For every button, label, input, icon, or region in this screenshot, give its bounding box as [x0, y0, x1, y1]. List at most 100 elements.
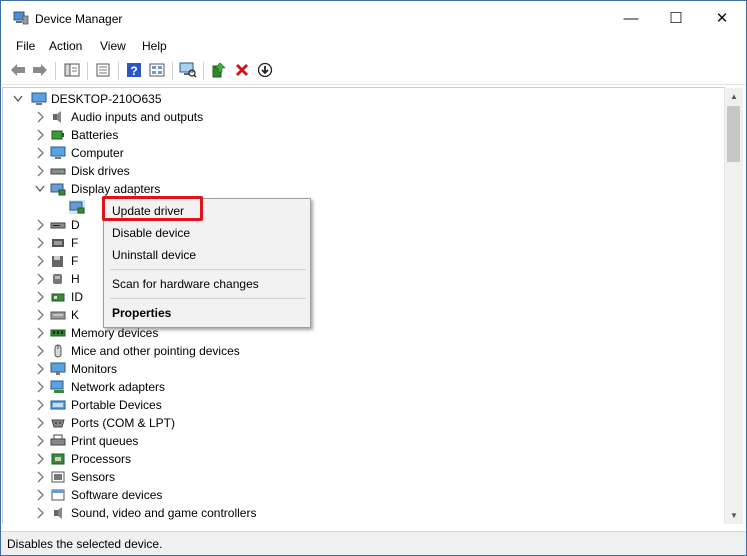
- tree-item[interactable]: Portable Devices: [3, 396, 723, 414]
- chevron-right-icon[interactable]: [35, 471, 45, 483]
- chevron-right-icon[interactable]: [35, 453, 45, 465]
- chevron-right-icon[interactable]: [35, 129, 45, 141]
- show-hide-console-tree-button[interactable]: [63, 61, 81, 79]
- tree-item[interactable]: Disk drives: [3, 162, 723, 180]
- hid-icon: [53, 274, 62, 284]
- chevron-right-icon[interactable]: [35, 309, 45, 321]
- tree-root-label: DESKTOP-210O635: [51, 92, 162, 106]
- show-hide-console-tree-icon: [64, 63, 80, 77]
- speaker-icon: [53, 111, 61, 123]
- dvd-drive-icon: [50, 222, 66, 229]
- title-bar[interactable]: Device Manager — ☐ ✕: [1, 1, 746, 35]
- tree-item-label: Processors: [71, 452, 132, 466]
- forward-arrow-icon: [33, 64, 47, 76]
- menu-help[interactable]: Help: [142, 39, 167, 53]
- maximize-button[interactable]: ☐: [653, 1, 699, 35]
- chevron-right-icon[interactable]: [35, 255, 45, 267]
- toolbar-separator: [55, 62, 56, 80]
- tree-item[interactable]: Sound, video and game controllers: [3, 504, 723, 522]
- chevron-right-icon[interactable]: [35, 399, 45, 411]
- tree-root[interactable]: DESKTOP-210O635: [3, 90, 723, 108]
- scrollbar-thumb[interactable]: [727, 106, 740, 162]
- portable-device-icon: [50, 400, 66, 410]
- tree-item[interactable]: Audio inputs and outputs: [3, 108, 723, 126]
- chevron-right-icon[interactable]: [35, 237, 45, 249]
- help-button[interactable]: ?: [125, 61, 143, 79]
- tree-item[interactable]: Mice and other pointing devices: [3, 342, 723, 360]
- forward-button[interactable]: [31, 61, 49, 79]
- toolbar-separator: [118, 62, 119, 80]
- software-device-icon: [51, 489, 65, 501]
- back-button[interactable]: [9, 61, 27, 79]
- menu-view[interactable]: View: [100, 39, 126, 53]
- chevron-up-icon: ▲: [730, 92, 738, 101]
- uninstall-device-button[interactable]: [233, 61, 251, 79]
- chevron-right-icon[interactable]: [35, 273, 45, 285]
- scan-hardware-button[interactable]: [179, 61, 197, 79]
- context-menu-separator: [110, 298, 306, 299]
- status-text: Disables the selected device.: [7, 537, 163, 551]
- tree-item[interactable]: Network adapters: [3, 378, 723, 396]
- chevron-right-icon[interactable]: [35, 111, 45, 123]
- tree-item-label: Software devices: [71, 488, 163, 502]
- minimize-icon: —: [623, 9, 639, 27]
- properties-button[interactable]: [94, 61, 112, 79]
- context-menu-label: Disable device: [112, 226, 191, 240]
- menu-file[interactable]: File: [16, 39, 35, 53]
- uninstall-device-icon: [235, 63, 249, 77]
- chevron-right-icon[interactable]: [35, 507, 45, 519]
- context-menu-scan-hardware[interactable]: Scan for hardware changes: [104, 273, 310, 295]
- processor-icon: [51, 453, 65, 465]
- sound-controller-icon: [54, 507, 62, 519]
- context-menu-uninstall-device[interactable]: Uninstall device: [104, 244, 310, 266]
- chevron-right-icon[interactable]: [35, 363, 45, 375]
- ide-controller-icon: [51, 293, 65, 302]
- update-driver-icon: [212, 62, 226, 78]
- chevron-right-icon[interactable]: [35, 489, 45, 501]
- view-button[interactable]: [148, 61, 166, 79]
- keyboard-icon: [50, 311, 66, 320]
- chevron-right-icon[interactable]: [35, 345, 45, 357]
- chevron-right-icon[interactable]: [35, 291, 45, 303]
- chevron-down-icon[interactable]: [13, 93, 23, 105]
- tree-item[interactable]: Sensors: [3, 468, 723, 486]
- scroll-up-button[interactable]: ▲: [725, 88, 743, 105]
- chevron-right-icon[interactable]: [35, 147, 45, 159]
- tree-item[interactable]: Processors: [3, 450, 723, 468]
- chevron-right-icon[interactable]: [35, 381, 45, 393]
- menu-action[interactable]: Action: [49, 39, 82, 53]
- chevron-right-icon[interactable]: [35, 219, 45, 231]
- minimize-button[interactable]: —: [608, 1, 654, 35]
- context-menu-separator: [110, 269, 306, 270]
- close-button[interactable]: ✕: [699, 1, 745, 35]
- tree-item[interactable]: Print queues: [3, 432, 723, 450]
- disable-device-icon: [257, 62, 273, 78]
- chevron-right-icon[interactable]: [35, 435, 45, 447]
- chevron-right-icon[interactable]: [35, 417, 45, 429]
- svg-text:?: ?: [130, 64, 137, 78]
- tree-item[interactable]: Batteries: [3, 126, 723, 144]
- context-menu-label: Uninstall device: [112, 248, 197, 262]
- tree-item[interactable]: Ports (COM & LPT): [3, 414, 723, 432]
- mouse-icon: [54, 344, 62, 358]
- help-icon: ?: [127, 63, 141, 78]
- chevron-down-icon[interactable]: [35, 183, 45, 195]
- chevron-right-icon[interactable]: [35, 327, 45, 339]
- monitor-icon: [50, 362, 66, 375]
- scroll-down-button[interactable]: ▼: [725, 507, 743, 524]
- display-adapter-icon: [50, 183, 66, 196]
- vertical-scrollbar[interactable]: ▲ ▼: [724, 88, 743, 524]
- memory-icon: [50, 329, 66, 337]
- context-menu-properties[interactable]: Properties: [104, 302, 310, 324]
- tree-item-label: F: [71, 254, 79, 268]
- tree-item[interactable]: Software devices: [3, 486, 723, 504]
- tree-item-label: Computer: [71, 146, 124, 160]
- disable-device-button[interactable]: [256, 61, 274, 79]
- update-driver-button[interactable]: [210, 61, 228, 79]
- tree-item[interactable]: Computer: [3, 144, 723, 162]
- printer-icon: [50, 434, 66, 446]
- context-menu-disable-device[interactable]: Disable device: [104, 222, 310, 244]
- chevron-right-icon[interactable]: [35, 165, 45, 177]
- battery-icon: [51, 130, 64, 140]
- tree-item[interactable]: Monitors: [3, 360, 723, 378]
